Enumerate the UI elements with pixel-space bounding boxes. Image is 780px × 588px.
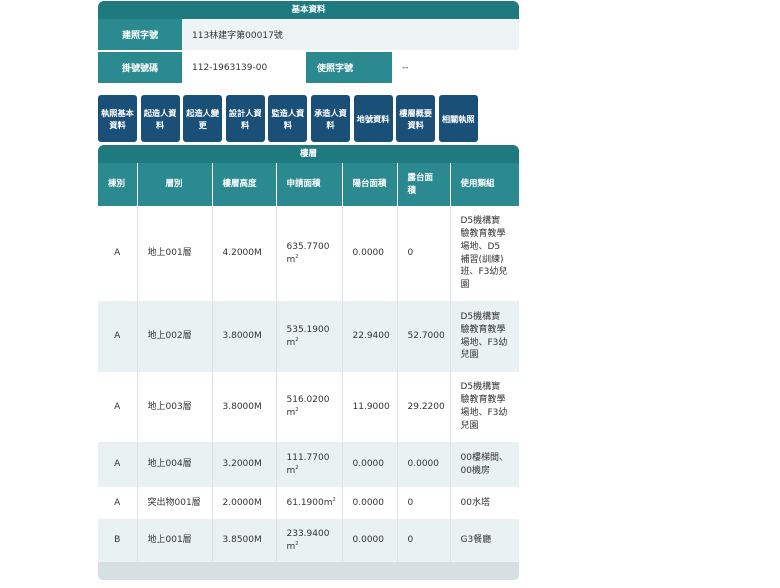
header-height: 樓層高度 <box>212 163 277 206</box>
use-permit-label: 使照字號 <box>306 52 392 83</box>
area-value: 635.7700 <box>286 241 330 252</box>
cell-usage: G3餐廳 <box>450 519 519 562</box>
cell-balcony: 0.0000 <box>342 519 398 562</box>
header-floor: 層別 <box>137 163 213 206</box>
cell-terrace: 29.2200 <box>397 372 451 442</box>
area-unit: m <box>286 465 296 476</box>
table-row: A 地上004層 3.2000M 111.7700 m2 0.0000 0.000… <box>98 442 519 487</box>
cell-building: A <box>98 301 138 372</box>
cell-terrace: 0 <box>397 206 451 301</box>
area-unit-sup: 2 <box>295 253 299 260</box>
area-value: 233.9400 <box>286 528 330 539</box>
cell-area: 635.7700 m2 <box>276 206 343 301</box>
basic-info-panel: 基本資料 建照字號 113林建字第00017號 掛號號碼 112-1963139… <box>98 1 519 85</box>
tab-applicant-change[interactable]: 起造人變更 <box>183 95 223 142</box>
cell-building: B <box>98 519 138 562</box>
basic-info-title: 基本資料 <box>98 1 519 19</box>
permit-row: 建照字號 113林建字第00017號 <box>98 19 519 52</box>
area-unit-sup: 2 <box>295 336 299 343</box>
tab-designer[interactable]: 設計人資料 <box>225 95 265 142</box>
area-value: 535.1900 <box>286 324 330 335</box>
cell-height: 3.8000M <box>212 301 277 372</box>
cell-building: A <box>98 206 138 301</box>
cell-usage: 00水塔 <box>450 487 519 519</box>
cell-floor: 地上001層 <box>137 206 213 301</box>
header-building: 棟別 <box>98 163 138 206</box>
table-row: A 地上002層 3.8000M 535.1900 m2 22.9400 52.7… <box>98 301 519 372</box>
cell-usage: 00樓梯間、00機房 <box>450 442 519 487</box>
cell-area: 61.1900m2 <box>276 487 343 519</box>
cell-usage: D5機構實驗教育教學場地、F3幼兒園 <box>450 301 519 372</box>
floors-table: 棟別 層別 樓層高度 申請面積 陽台面積 露台面積 使用類組 A 地上001層 … <box>98 163 519 562</box>
cell-floor: 突出物001層 <box>137 487 213 519</box>
tab-related-licenses[interactable]: 相關執照 <box>438 95 478 142</box>
table-footer <box>98 562 519 580</box>
area-unit: m <box>286 541 296 552</box>
cell-area: 535.1900 m2 <box>276 301 343 372</box>
tab-applicant[interactable]: 起造人資料 <box>140 95 180 142</box>
table-row: A 地上001層 4.2000M 635.7700 m2 0.0000 0 D5機… <box>98 206 519 301</box>
cell-balcony: 0.0000 <box>342 442 398 487</box>
cell-area: 516.0200 m2 <box>276 372 343 442</box>
cell-floor: 地上003層 <box>137 372 213 442</box>
cell-balcony: 0.0000 <box>342 206 398 301</box>
cell-building: A <box>98 372 138 442</box>
tab-license-basic[interactable]: 執照基本資料 <box>98 95 137 142</box>
registration-label: 掛號號碼 <box>98 52 182 83</box>
cell-building: A <box>98 442 138 487</box>
registration-row: 掛號號碼 112-1963139-00 使照字號 -- <box>98 52 519 85</box>
tab-land-number[interactable]: 地號資料 <box>353 95 393 142</box>
floors-title: 樓層 <box>98 145 519 163</box>
cell-height: 3.2000M <box>212 442 277 487</box>
header-balcony: 陽台面積 <box>342 163 398 206</box>
cell-height: 3.8500M <box>212 519 277 562</box>
cell-terrace: 0.0000 <box>397 442 451 487</box>
cell-balcony: 0.0000 <box>342 487 398 519</box>
area-unit-sup: 2 <box>295 464 299 471</box>
cell-floor: 地上001層 <box>137 519 213 562</box>
floors-panel: 樓層 棟別 層別 樓層高度 申請面積 陽台面積 露台面積 使用類組 A 地上00… <box>98 145 519 580</box>
cell-balcony: 22.9400 <box>342 301 398 372</box>
area-unit: m <box>286 254 296 265</box>
floors-header-row: 棟別 層別 樓層高度 申請面積 陽台面積 露台面積 使用類組 <box>98 163 519 206</box>
table-row: A 突出物001層 2.0000M 61.1900m2 0.0000 0 00水… <box>98 487 519 519</box>
tab-supervisor[interactable]: 監造人資料 <box>268 95 308 142</box>
cell-height: 4.2000M <box>212 206 277 301</box>
tab-contractor[interactable]: 承造人資料 <box>310 95 350 142</box>
cell-terrace: 0 <box>397 519 451 562</box>
header-usage: 使用類組 <box>450 163 519 206</box>
table-row: A 地上003層 3.8000M 516.0200 m2 11.9000 29.2… <box>98 372 519 442</box>
area-unit-sup: 2 <box>295 540 299 547</box>
section-tabs: 執照基本資料 起造人資料 起造人變更 設計人資料 監造人資料 承造人資料 地號資… <box>98 95 481 142</box>
cell-floor: 地上004層 <box>137 442 213 487</box>
area-unit-sup: 2 <box>332 496 336 503</box>
cell-terrace: 52.7000 <box>397 301 451 372</box>
header-area: 申請面積 <box>276 163 343 206</box>
cell-area: 233.9400 m2 <box>276 519 343 562</box>
header-terrace: 露台面積 <box>397 163 451 206</box>
area-unit: m <box>286 337 296 348</box>
permit-value: 113林建字第00017號 <box>182 19 519 50</box>
cell-height: 2.0000M <box>212 487 277 519</box>
cell-area: 111.7700 m2 <box>276 442 343 487</box>
cell-usage: D5機構實驗教育教學場地、F3幼兒園 <box>450 372 519 442</box>
area-unit-sup: 2 <box>295 407 299 413</box>
area-value: 516.0200 <box>286 395 330 406</box>
cell-usage: D5機構實驗教育教學場地、D5補習(訓練)班、F3幼兒園 <box>450 206 519 301</box>
area-value: 61.1900 <box>286 497 324 508</box>
area-unit: m <box>323 497 333 508</box>
cell-building: A <box>98 487 138 519</box>
cell-floor: 地上002層 <box>137 301 213 372</box>
registration-value: 112-1963139-00 <box>182 52 306 83</box>
permit-label: 建照字號 <box>98 19 182 50</box>
cell-terrace: 0 <box>397 487 451 519</box>
cell-height: 3.8000M <box>212 372 277 442</box>
table-row: B 地上001層 3.8500M 233.9400 m2 0.0000 0 G3餐… <box>98 519 519 562</box>
cell-balcony: 11.9000 <box>342 372 398 442</box>
use-permit-value: -- <box>392 52 519 83</box>
tab-floor-summary[interactable]: 樓層概要資料 <box>396 95 436 142</box>
area-value: 111.7700 <box>286 452 330 463</box>
area-unit: m <box>286 408 296 418</box>
